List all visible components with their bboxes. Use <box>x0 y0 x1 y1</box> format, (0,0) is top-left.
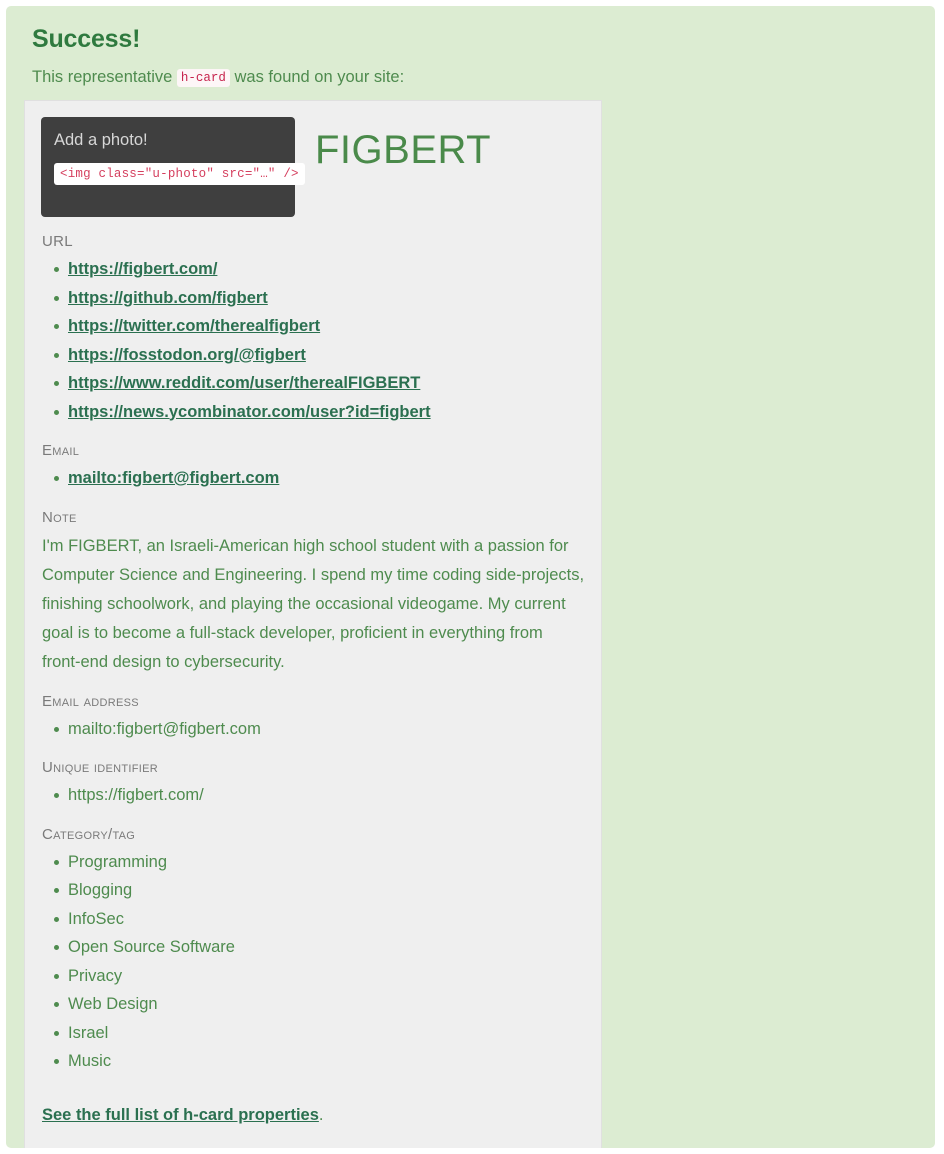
property-label-url: URL <box>42 233 73 250</box>
hcard-card: Add a photo! <img class="u-photo" src="…… <box>24 100 602 1148</box>
url-link[interactable]: https://news.ycombinator.com/user?id=fig… <box>68 403 431 421</box>
property-label-category: Category/tag <box>42 825 136 843</box>
list-item: https://fosstodon.org/@figbert <box>54 341 585 370</box>
property-values-email-address: mailto:figbert@figbert.com <box>41 715 585 744</box>
property-label-email-address: Email address <box>42 692 139 710</box>
property-group-url: URL https://figbert.com/ https://github.… <box>41 217 585 426</box>
intro-text-before: This representative <box>32 68 177 86</box>
url-link[interactable]: https://twitter.com/therealfigbert <box>68 317 320 335</box>
list-item: https://github.com/figbert <box>54 284 585 313</box>
url-link[interactable]: https://fosstodon.org/@figbert <box>68 346 306 364</box>
url-link[interactable]: https://figbert.com/ <box>68 260 217 278</box>
list-item: Programming <box>54 848 585 877</box>
property-group-category: Category/tag Programming Blogging InfoSe… <box>41 810 585 1076</box>
list-item: https://figbert.com/ <box>54 781 585 810</box>
intro-text-after: was found on your site: <box>229 68 405 86</box>
property-label-email: Email <box>42 442 80 459</box>
list-item: mailto:figbert@figbert.com <box>54 715 585 744</box>
list-item: mailto:figbert@figbert.com <box>54 464 585 493</box>
email-link[interactable]: mailto:figbert@figbert.com <box>68 469 279 487</box>
property-values-category: Programming Blogging InfoSec Open Source… <box>41 848 585 1076</box>
url-link[interactable]: https://www.reddit.com/user/therealFIGBE… <box>68 374 420 392</box>
card-footer: See the full list of h-card properties. <box>41 1076 585 1127</box>
list-item: Blogging <box>54 876 585 905</box>
intro-text: This representative h-card was found on … <box>22 56 919 90</box>
list-item: https://figbert.com/ <box>54 255 585 284</box>
property-values-unique-identifier: https://figbert.com/ <box>41 781 585 810</box>
list-item: Web Design <box>54 990 585 1019</box>
photo-placeholder[interactable]: Add a photo! <img class="u-photo" src="…… <box>41 117 305 217</box>
property-values-email: mailto:figbert@figbert.com <box>41 464 585 493</box>
property-group-email-address: Email address mailto:figbert@figbert.com <box>41 677 585 744</box>
list-item: Music <box>54 1047 585 1076</box>
hcard-name: FIGBERT <box>315 128 492 172</box>
card-header: Add a photo! <img class="u-photo" src="…… <box>41 117 585 217</box>
list-item: Privacy <box>54 962 585 991</box>
url-link[interactable]: https://github.com/figbert <box>68 289 268 307</box>
list-item: Open Source Software <box>54 933 585 962</box>
list-item: Israel <box>54 1019 585 1048</box>
hcard-link-properties: URL https://figbert.com/ https://github.… <box>41 217 585 493</box>
hcard-properties-link[interactable]: See the full list of h-card properties <box>42 1106 319 1124</box>
property-group-unique-identifier: Unique identifier https://figbert.com/ <box>41 743 585 810</box>
hcard-code-chip: h-card <box>176 69 230 87</box>
page-title: Success! <box>32 25 141 53</box>
property-group-note: Note I'm FIGBERT, an Israeli-American hi… <box>41 493 585 677</box>
list-item: https://twitter.com/therealfigbert <box>54 312 585 341</box>
property-label-unique-identifier: Unique identifier <box>42 759 159 776</box>
note-text: I'm FIGBERT, an Israeli-American high sc… <box>42 536 585 671</box>
list-item: https://www.reddit.com/user/therealFIGBE… <box>54 369 585 398</box>
property-values-url: https://figbert.com/ https://github.com/… <box>41 255 585 426</box>
footer-period: . <box>318 1105 324 1124</box>
property-label-note: Note <box>42 508 77 526</box>
list-item: https://news.ycombinator.com/user?id=fig… <box>54 398 585 427</box>
photo-code-snippet: <img class="u-photo" src="…" /> <box>54 163 305 185</box>
property-group-email: Email mailto:figbert@figbert.com <box>41 426 585 493</box>
photo-prompt-label: Add a photo! <box>54 131 148 149</box>
success-alert-panel: Success! This representative h-card was … <box>6 6 935 1148</box>
list-item: InfoSec <box>54 905 585 934</box>
